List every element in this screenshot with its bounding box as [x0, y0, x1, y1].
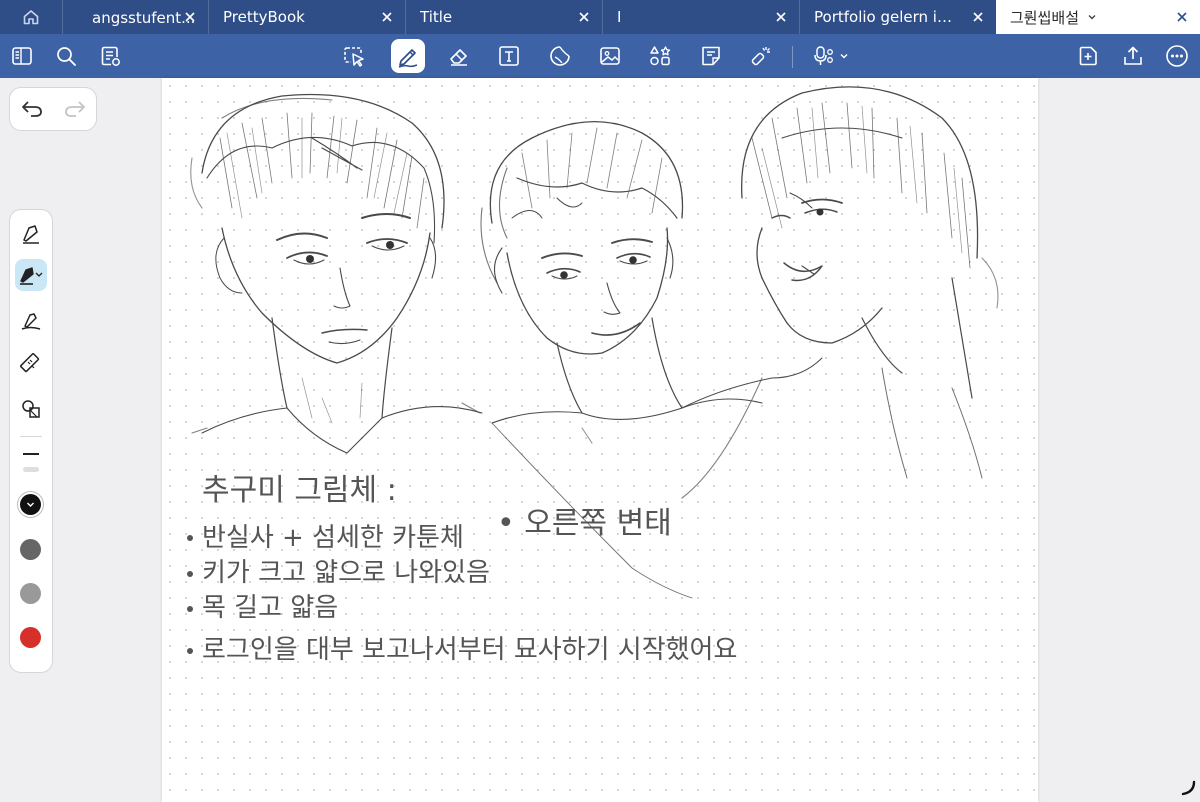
sketch-face-3: [681, 86, 999, 499]
pen-tool[interactable]: [15, 217, 47, 249]
close-icon[interactable]: [970, 9, 986, 25]
undo-redo-bar: [9, 87, 97, 131]
sticky-note-button[interactable]: [694, 39, 728, 73]
tab-5[interactable]: Portfolio gelern ist...: [799, 0, 996, 34]
text-box-icon: [499, 46, 519, 66]
close-icon[interactable]: [576, 9, 592, 25]
shapes-icon: [22, 400, 40, 418]
tab-label: I: [617, 8, 622, 26]
home-tab[interactable]: [0, 0, 62, 34]
sidebar-icon: [12, 47, 32, 65]
tab-6-active[interactable]: 그뤈씹배설: [996, 0, 1200, 34]
elements-button[interactable]: [643, 39, 677, 73]
stroke-width-thin[interactable]: [23, 453, 39, 455]
microphone-button[interactable]: [806, 39, 856, 73]
pen-tool-palette: [9, 209, 53, 673]
color-swatch-gray[interactable]: [20, 583, 41, 604]
sketch-face-1: [190, 93, 483, 454]
pen-icon: [398, 49, 418, 68]
image-icon: [600, 47, 620, 65]
palette-separator: [20, 436, 42, 437]
tab-1[interactable]: angsstufent...: [62, 0, 208, 34]
chevron-down-icon: [27, 502, 34, 507]
note-bullet-4: 로그인을 대부 보고나서부터 묘사하기 시작했어요: [202, 635, 737, 665]
shapes-tool[interactable]: [15, 392, 47, 424]
tab-2[interactable]: PrettyBook: [208, 0, 405, 34]
color-swatch-black[interactable]: [20, 494, 41, 515]
stroke-width-thick[interactable]: [23, 467, 39, 472]
note-heading: 추구미 그림체 :: [202, 473, 397, 508]
pen-nib-icon: [20, 267, 43, 285]
tab-label: angsstufent...: [77, 8, 196, 27]
shape-icon: [550, 46, 570, 66]
chevron-down-icon: [840, 54, 848, 59]
text-box-button[interactable]: [492, 39, 526, 73]
lasso-icon: [344, 47, 364, 67]
search-icon: [57, 47, 76, 66]
chevron-down-icon[interactable]: [1087, 12, 1097, 22]
note-bullet-3: 목 길고 얇음: [202, 593, 338, 623]
close-icon[interactable]: [773, 9, 789, 25]
close-icon[interactable]: [1174, 9, 1190, 25]
shape-button[interactable]: [543, 39, 577, 73]
tab-label: Portfolio gelern ist...: [814, 8, 954, 26]
sketch-drawing: 추구미 그림체 : 반실사 + 섬세한 카툰체 키가 크고 얇으로 나와있음 목…: [187, 86, 999, 665]
ruler-tool[interactable]: [15, 348, 47, 380]
brush-icon: [21, 313, 41, 330]
resize-corner-icon: [1181, 780, 1196, 796]
elements-icon: [650, 46, 671, 66]
lasso-button[interactable]: [337, 39, 371, 73]
home-icon: [23, 10, 39, 25]
tab-label: 그뤈씹배설: [1010, 8, 1080, 27]
document-settings-icon: [101, 46, 120, 66]
add-page-icon: [1079, 46, 1097, 66]
document-settings-button[interactable]: [94, 39, 128, 73]
microphone-icon: [814, 46, 833, 65]
fountain-pen-icon: [23, 225, 39, 244]
tab-bar: angsstufent... PrettyBook Title I Portfo…: [0, 0, 1200, 34]
image-button[interactable]: [593, 39, 627, 73]
color-swatch-red[interactable]: [20, 627, 41, 648]
tab-label: Title: [420, 8, 453, 26]
redo-icon[interactable]: [63, 99, 87, 119]
tab-label: PrettyBook: [223, 8, 305, 26]
share-button[interactable]: [1116, 39, 1150, 73]
color-swatch-dark-gray[interactable]: [20, 539, 41, 560]
pen-button[interactable]: [391, 39, 425, 73]
note-bullet-2: 키가 크고 얇으로 나와있음: [202, 558, 490, 588]
share-icon: [1124, 46, 1142, 65]
sidebar-button[interactable]: [5, 39, 39, 73]
eraser-icon: [450, 49, 467, 66]
close-icon[interactable]: [182, 9, 198, 25]
sticky-note-icon: [702, 46, 720, 66]
eraser-button[interactable]: [442, 39, 476, 73]
laser-pointer-button[interactable]: [744, 39, 778, 73]
more-button[interactable]: [1160, 39, 1194, 73]
laser-pointer-icon: [751, 47, 770, 66]
more-icon: [1166, 45, 1188, 67]
highlighter-pen-tool[interactable]: [15, 259, 47, 291]
close-icon[interactable]: [379, 9, 395, 25]
note-bullet-1: 반실사 + 섬세한 카툰체: [202, 523, 464, 553]
brush-pen-tool[interactable]: [15, 304, 47, 336]
search-button[interactable]: [49, 39, 83, 73]
tab-3[interactable]: Title: [405, 0, 602, 34]
note-side: • 오른쪽 변태: [497, 506, 672, 541]
add-page-button[interactable]: [1072, 39, 1106, 73]
tab-4[interactable]: I: [602, 0, 799, 34]
toolbar: [0, 34, 1200, 78]
ruler-icon: [20, 353, 40, 373]
note-page[interactable]: 추구미 그림체 : 반실사 + 섬세한 카툰체 키가 크고 얇으로 나와있음 목…: [162, 78, 1038, 802]
undo-icon[interactable]: [20, 99, 44, 119]
toolbar-separator: [792, 46, 793, 68]
